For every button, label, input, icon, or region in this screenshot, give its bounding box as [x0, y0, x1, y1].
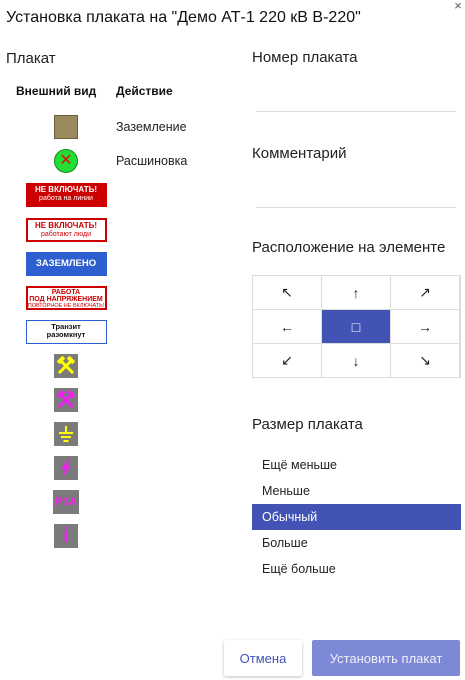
rza-icon: РЗА [53, 490, 79, 514]
grounding-square-icon [54, 115, 78, 139]
dialog-title: Установка плаката на "Демо АТ-1 220 кВ В… [6, 9, 361, 26]
sign-transit: Транзит разомкнут [25, 320, 107, 344]
size-option-smaller[interactable]: Меньше [252, 478, 461, 504]
appearance-column-header: Внешний вид [16, 84, 97, 98]
number-input-underline [256, 111, 456, 112]
poster-grounding-label[interactable]: Заземление [116, 120, 187, 134]
size-list: Ещё меньше Меньше Обычный Больше Ещё бол… [252, 452, 461, 582]
hammers-icon [54, 354, 78, 378]
size-option-bigger[interactable]: Больше [252, 530, 461, 556]
size-section-title: Размер плаката [252, 416, 363, 433]
position-top[interactable]: ↑ [322, 276, 390, 309]
lightning-icon [54, 456, 78, 480]
position-right[interactable]: → [391, 310, 459, 343]
info-icon: i [54, 524, 78, 548]
action-column-header: Действие [116, 84, 173, 98]
hammers-icon [54, 388, 78, 412]
position-left[interactable]: ← [253, 310, 321, 343]
position-bottom-right[interactable]: ↘ [391, 344, 459, 377]
size-option-biggest[interactable]: Ещё больше [252, 556, 461, 582]
disconnection-circle-icon: ✕ [54, 149, 78, 173]
cancel-button[interactable]: Отмена [224, 640, 302, 676]
position-grid: ↖ ↑ ↗ ← □ → ↙ ↓ ↘ [252, 275, 461, 378]
sign-blue: ЗАЗЕМЛЕНО [25, 252, 107, 276]
poster-disconnection-label[interactable]: Расшиновка [116, 154, 187, 168]
position-top-right[interactable]: ↗ [391, 276, 459, 309]
poster-info[interactable]: i [0, 524, 132, 548]
poster-grounding[interactable] [0, 115, 132, 139]
sign-red: НЕ ВКЛЮЧАТЬ! работа на линии [25, 183, 107, 207]
poster-transit-open[interactable]: Транзит разомкнут [0, 320, 132, 344]
number-input[interactable] [256, 82, 456, 110]
poster-hammers-yellow[interactable] [0, 354, 132, 378]
position-bottom-left[interactable]: ↙ [253, 344, 321, 377]
position-section-title: Расположение на элементе [252, 239, 446, 256]
poster-do-not-switch-line[interactable]: НЕ ВКЛЮЧАТЬ! работа на линии [0, 183, 132, 207]
comment-input-underline [256, 207, 456, 208]
poster-section-title: Плакат [6, 50, 56, 67]
comment-section-title: Комментарий [252, 145, 347, 162]
number-section-title: Номер плаката [252, 49, 358, 66]
poster-grounded[interactable]: ЗАЗЕМЛЕНО [0, 252, 132, 276]
size-option-normal[interactable]: Обычный [252, 504, 461, 530]
ground-icon [54, 422, 78, 446]
close-icon[interactable]: × [451, 0, 465, 14]
position-top-left[interactable]: ↖ [253, 276, 321, 309]
position-bottom[interactable]: ↓ [322, 344, 390, 377]
size-option-smallest[interactable]: Ещё меньше [252, 452, 461, 478]
poster-do-not-switch-people[interactable]: НЕ ВКЛЮЧАТЬ! работают люди [0, 218, 132, 242]
sign-red-outline: НЕ ВКЛЮЧАТЬ! работают люди [25, 218, 107, 242]
set-poster-button[interactable]: Установить плакат [312, 640, 460, 676]
poster-hammers-magenta[interactable] [0, 388, 132, 412]
poster-ground-symbol[interactable] [0, 422, 132, 446]
sign-live-work: РАБОТА ПОД НАПРЯЖЕНИЕМ ПОВТОРНОЕ НЕ ВКЛЮ… [25, 286, 107, 310]
comment-input[interactable] [256, 178, 456, 206]
poster-rza[interactable]: РЗА [0, 490, 132, 514]
poster-lightning[interactable] [0, 456, 132, 480]
position-center[interactable]: □ [322, 310, 390, 343]
poster-live-work[interactable]: РАБОТА ПОД НАПРЯЖЕНИЕМ ПОВТОРНОЕ НЕ ВКЛЮ… [0, 286, 132, 310]
poster-disconnection[interactable]: ✕ [0, 149, 132, 173]
